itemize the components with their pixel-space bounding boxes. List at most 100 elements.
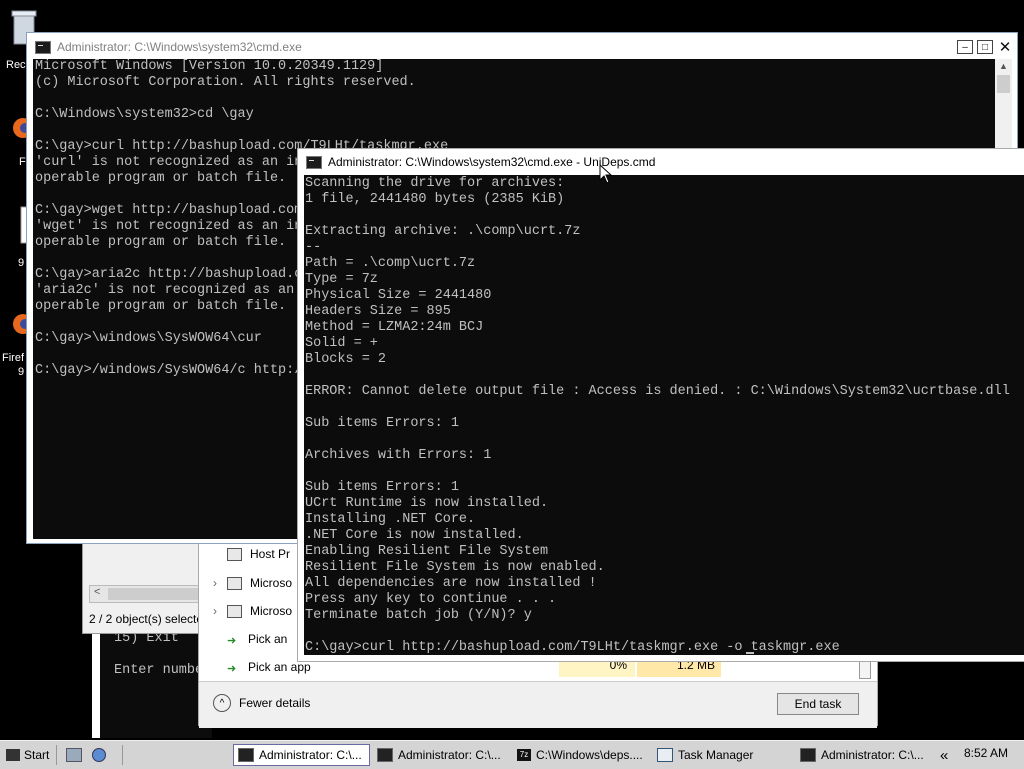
console-line: Solid = + bbox=[305, 336, 378, 351]
close-button[interactable]: ✕ bbox=[997, 39, 1013, 56]
expand-chevron-icon[interactable]: › bbox=[213, 604, 227, 618]
desktop-icon-firefox[interactable]: F bbox=[0, 108, 33, 168]
expand-chevron-icon[interactable]: › bbox=[213, 576, 227, 590]
horizontal-scrollbar[interactable]: < bbox=[89, 585, 205, 603]
console-line: Type = 7z bbox=[305, 272, 378, 287]
process-name: Pick an app bbox=[248, 660, 311, 674]
taskbar-button-task-manager[interactable]: Task Manager bbox=[653, 744, 790, 766]
console-line: ERROR: Cannot delete output file : Acces… bbox=[305, 384, 1010, 399]
console-line: Archives with Errors: 1 bbox=[305, 448, 492, 463]
window-titlebar[interactable]: Administrator: C:\Windows\system32\cmd.e… bbox=[27, 33, 1017, 61]
console-line: Extracting archive: .\comp\ucrt.7z bbox=[305, 224, 581, 239]
process-name: Pick an bbox=[248, 632, 288, 646]
process-name: Microso bbox=[250, 576, 293, 590]
taskbar: Start Administrator: C:\... Administrato… bbox=[0, 740, 1024, 769]
console-line: -- bbox=[305, 240, 322, 255]
start-label: Start bbox=[24, 748, 50, 762]
console-line: All dependencies are now installed ! bbox=[305, 576, 597, 591]
menu-console-window[interactable]: 15) Exit Enter numbe bbox=[92, 620, 212, 738]
process-icon bbox=[227, 604, 242, 618]
taskbar-button-cmd-3[interactable]: Administrator: C:\... bbox=[796, 744, 930, 766]
windows-logo-icon bbox=[6, 749, 20, 761]
7zip-icon: 7z bbox=[517, 749, 531, 761]
fewer-details-label: Fewer details bbox=[239, 696, 311, 710]
console-line: Path = .\comp\ucrt.7z bbox=[305, 256, 476, 271]
desktop-icon-recycle-bin[interactable]: Rec bbox=[0, 8, 37, 71]
fewer-details-toggle[interactable]: ^ Fewer details bbox=[213, 694, 310, 712]
taskbar-button-label: Administrator: C:\... bbox=[821, 748, 924, 762]
system-clock[interactable]: 8:52 AM bbox=[964, 746, 1008, 760]
end-task-button[interactable]: End task bbox=[777, 693, 859, 715]
scroll-up-icon[interactable]: ▲ bbox=[999, 61, 1008, 71]
scroll-left-icon[interactable]: < bbox=[94, 586, 100, 598]
console-line: Microsoft Windows [Version 10.0.20349.11… bbox=[35, 59, 384, 74]
console-line: Enabling Resilient File System bbox=[305, 544, 549, 559]
text-cursor bbox=[746, 652, 754, 654]
process-name: Microso bbox=[250, 604, 293, 618]
status-bar: 2 / 2 object(s) selecte bbox=[89, 612, 204, 626]
console-line: Physical Size = 2441480 bbox=[305, 288, 492, 303]
console-line: Headers Size = 895 bbox=[305, 304, 451, 319]
console-line: C:\Windows\system32>cd \gay bbox=[35, 107, 254, 122]
quicklaunch-explorer[interactable] bbox=[92, 744, 112, 766]
console-line: Method = LZMA2:24m BCJ bbox=[305, 320, 484, 335]
maximize-button[interactable]: □ bbox=[977, 40, 993, 54]
minimize-button[interactable]: – bbox=[957, 40, 973, 54]
console-line: Sub items Errors: 1 bbox=[305, 416, 459, 431]
chevron-left-icon: « bbox=[940, 746, 949, 764]
menu-line: Enter numbe bbox=[114, 663, 204, 678]
taskbar-button-cmd-1[interactable]: Administrator: C:\... bbox=[233, 744, 370, 766]
desktop-icon-label: F bbox=[19, 156, 26, 168]
tray-chevron-button[interactable]: « bbox=[940, 744, 958, 766]
cmd-icon bbox=[35, 40, 51, 54]
desktop-icon bbox=[66, 748, 82, 762]
console-line: Press any key to continue . . . bbox=[305, 592, 557, 607]
desktop-icon-firefox-2[interactable]: Firef 9 bbox=[0, 300, 33, 378]
cmd-icon bbox=[377, 748, 393, 762]
window-title: Administrator: C:\Windows\system32\cmd.e… bbox=[57, 40, 302, 54]
cmd-icon bbox=[306, 155, 322, 169]
process-icon bbox=[227, 547, 242, 561]
explorer-window[interactable]: < 2 / 2 object(s) selecte bbox=[82, 536, 205, 634]
cmd-icon bbox=[238, 748, 254, 762]
console-line: Blocks = 2 bbox=[305, 352, 387, 367]
console-line: UCrt Runtime is now installed. bbox=[305, 496, 549, 511]
console-line: Installing .NET Core. bbox=[305, 512, 476, 527]
quicklaunch-show-desktop[interactable] bbox=[66, 744, 86, 766]
taskbar-button-label: C:\Windows\deps.... bbox=[536, 748, 643, 762]
taskbar-button-7zip[interactable]: 7z C:\Windows\deps.... bbox=[513, 744, 650, 766]
task-manager-icon bbox=[657, 748, 673, 762]
scrollbar-thumb[interactable] bbox=[997, 75, 1010, 93]
app-picker-icon: ➜ bbox=[227, 634, 237, 647]
taskbar-button-label: Task Manager bbox=[678, 748, 754, 762]
taskbar-button-label: Administrator: C:\... bbox=[259, 748, 362, 762]
desktop-icon-label: Rec bbox=[6, 59, 26, 71]
process-icon bbox=[227, 576, 242, 590]
console-line: .NET Core is now installed. bbox=[305, 528, 524, 543]
desktop-icon-label: Firef bbox=[2, 352, 24, 364]
window-titlebar[interactable]: Administrator: C:\Windows\system32\cmd.e… bbox=[298, 149, 1024, 175]
app-picker-icon: ➜ bbox=[227, 662, 237, 675]
console-line: 1 file, 2441480 bytes (2385 KiB) bbox=[305, 192, 565, 207]
console-line: Sub items Errors: 1 bbox=[305, 480, 459, 495]
console-area[interactable]: Scanning the drive for archives: 1 file, … bbox=[304, 175, 1024, 655]
desktop-icon-file[interactable]: 9 bbox=[0, 205, 34, 269]
mouse-pointer-icon bbox=[599, 164, 613, 184]
desktop-icon-label: 9 bbox=[18, 257, 25, 269]
desktop-icon-sublabel: 9 bbox=[18, 366, 25, 378]
console-line: Scanning the drive for archives: bbox=[305, 176, 565, 191]
console-line: (c) Microsoft Corporation. All rights re… bbox=[35, 75, 416, 90]
cmd-icon bbox=[800, 748, 816, 762]
taskbar-button-cmd-2[interactable]: Administrator: C:\... bbox=[373, 744, 510, 766]
front-cmd-window[interactable]: Administrator: C:\Windows\system32\cmd.e… bbox=[297, 148, 1024, 662]
start-button[interactable]: Start bbox=[4, 744, 50, 766]
console-line: Resilient File System is now enabled. bbox=[305, 560, 605, 575]
